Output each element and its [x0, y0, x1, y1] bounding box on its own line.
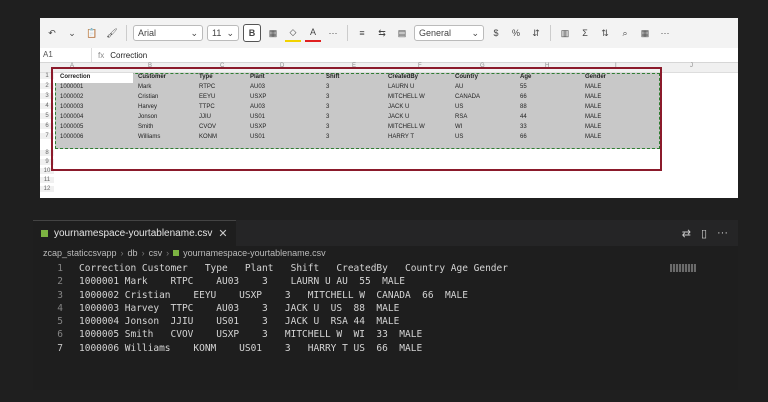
overflow-more-button[interactable]: ··· — [657, 25, 673, 41]
clipboard-icon[interactable]: 📋 — [84, 25, 100, 41]
code-line[interactable]: 1 Correction Customer Type Plant Shift Cr… — [33, 262, 738, 275]
chevron-down-icon: ⌄ — [190, 27, 198, 38]
line-text: 1000003 Harvey TTPC AU03 3 JACK U US 88 … — [79, 302, 400, 314]
line-text: 1000005 Smith CVOV USXP 3 MITCHELL W WI … — [79, 329, 423, 341]
breadcrumb-item[interactable]: db — [128, 248, 138, 258]
toolbar-divider — [347, 25, 348, 41]
number-format-select[interactable]: General ⌄ — [414, 25, 484, 41]
font-size-select[interactable]: 11 ⌄ — [207, 25, 239, 41]
line-text: 1000001 Mark RTPC AU03 3 LAURN U AU 55 M… — [79, 276, 406, 288]
table-icon[interactable]: ▦ — [637, 25, 653, 41]
chevron-down-icon: ⌄ — [226, 27, 234, 38]
number-format-value: General — [419, 28, 452, 38]
line-text: 1000004 Jonson JJIU US01 3 JACK U RSA 44… — [79, 316, 400, 328]
formula-bar: A1 fx Correction — [40, 48, 738, 63]
undo-icon[interactable]: ↶ — [44, 25, 60, 41]
fx-label: fx — [98, 50, 105, 60]
name-box[interactable]: A1 — [40, 48, 92, 62]
code-line[interactable]: 6 1000005 Smith CVOV USXP 3 MITCHELL W WI… — [33, 328, 738, 341]
bold-button[interactable]: B — [243, 24, 261, 42]
line-number: 6 — [57, 329, 63, 341]
highlight-outline — [51, 67, 662, 171]
column-letter[interactable]: J — [690, 63, 693, 69]
tab-label: yournamespace-yourtablename.csv — [54, 228, 213, 239]
line-number: 4 — [57, 302, 63, 314]
line-number: 1 — [57, 263, 63, 274]
editor-actions: ⇄ ▯ ··· — [682, 220, 738, 246]
format-painter-icon[interactable]: 🖌 — [104, 25, 120, 41]
vscode-editor: yournamespace-yourtablename.csv ✕ ⇄ ▯ ··… — [33, 220, 738, 390]
toolbar-divider — [126, 25, 127, 41]
csv-file-icon — [41, 230, 48, 237]
breadcrumb-item[interactable]: csv — [149, 248, 163, 258]
font-size-value: 11 — [212, 28, 222, 38]
fill-color-icon[interactable]: ◇ — [285, 24, 301, 42]
breadcrumb-item[interactable]: yournamespace-yourtablename.csv — [183, 248, 326, 258]
decimal-icon[interactable]: ⇵ — [528, 25, 544, 41]
percent-icon[interactable]: % — [508, 25, 524, 41]
chevron-down-icon[interactable]: ⌄ — [64, 25, 80, 41]
code-line[interactable]: 2 1000001 Mark RTPC AU03 3 LAURN U AU 55 … — [33, 275, 738, 288]
find-search-icon[interactable]: ⌕ — [617, 25, 633, 41]
more-actions-icon[interactable]: ··· — [717, 227, 728, 239]
line-text: 1000006 Williams KONM US01 3 HARRY T US … — [79, 342, 423, 354]
compare-icon[interactable]: ⇄ — [682, 227, 691, 240]
currency-button[interactable]: $ — [488, 25, 504, 41]
code-line[interactable]: 5 1000004 Jonson JJIU US01 3 JACK U RSA 4… — [33, 315, 738, 328]
chevron-right-icon: › — [166, 248, 170, 258]
toolbar-divider — [550, 25, 551, 41]
autosum-button[interactable]: Σ — [577, 25, 593, 41]
sort-filter-icon[interactable]: ⇅ — [597, 25, 613, 41]
row-number[interactable]: 11 — [40, 177, 54, 183]
line-text: 1000002 Cristian EEYU USXP 3 MITCHELL W … — [79, 289, 468, 301]
line-text: Correction Customer Type Plant Shift Cre… — [79, 263, 508, 274]
close-icon[interactable]: ✕ — [218, 227, 227, 240]
code-line[interactable]: 3 1000002 Cristian EEYU USXP 3 MITCHELL W… — [33, 289, 738, 302]
font-name-select[interactable]: Arial ⌄ — [133, 25, 203, 41]
wrap-text-icon[interactable]: ⇆ — [374, 25, 390, 41]
border-icon[interactable]: ▦ — [265, 25, 281, 41]
tab-bar: yournamespace-yourtablename.csv ✕ ⇄ ▯ ··… — [33, 220, 738, 246]
line-number: 3 — [57, 289, 63, 301]
merge-icon[interactable]: ▤ — [394, 25, 410, 41]
chevron-right-icon: › — [141, 248, 145, 258]
breadcrumb-item[interactable]: zcap_staticcsvapp — [43, 248, 117, 258]
conditional-format-icon[interactable]: ▥ — [557, 25, 573, 41]
line-number: 7 — [57, 342, 63, 354]
formula-value[interactable]: Correction — [110, 51, 147, 60]
code-line[interactable]: 4 1000003 Harvey TTPC AU03 3 JACK U US 88… — [33, 302, 738, 315]
line-number: 5 — [57, 316, 63, 328]
font-color-icon[interactable]: A — [305, 24, 321, 42]
font-name-value: Arial — [138, 28, 157, 38]
split-editor-icon[interactable]: ▯ — [701, 227, 707, 240]
chevron-down-icon: ⌄ — [471, 27, 479, 38]
align-icon[interactable]: ≡ — [354, 25, 370, 41]
tab-csv-file[interactable]: yournamespace-yourtablename.csv ✕ — [33, 220, 236, 246]
code-line-active[interactable]: 7 1000006 Williams KONM US01 3 HARRY T US… — [33, 342, 738, 355]
ribbon-toolbar: ↶ ⌄ 📋 🖌 Arial ⌄ 11 ⌄ B ▦ ◇ A ··· ≡ ⇆ ▤ Gen… — [40, 18, 738, 49]
code-area[interactable]: 1 Correction Customer Type Plant Shift Cr… — [33, 262, 738, 355]
more-options-button[interactable]: ··· — [325, 25, 341, 41]
chevron-right-icon: › — [120, 248, 124, 258]
breadcrumb: zcap_staticcsvapp › db › csv › yournames… — [33, 246, 738, 260]
row-number[interactable]: 12 — [40, 186, 54, 192]
line-number: 2 — [57, 276, 63, 288]
csv-file-icon — [173, 250, 180, 256]
